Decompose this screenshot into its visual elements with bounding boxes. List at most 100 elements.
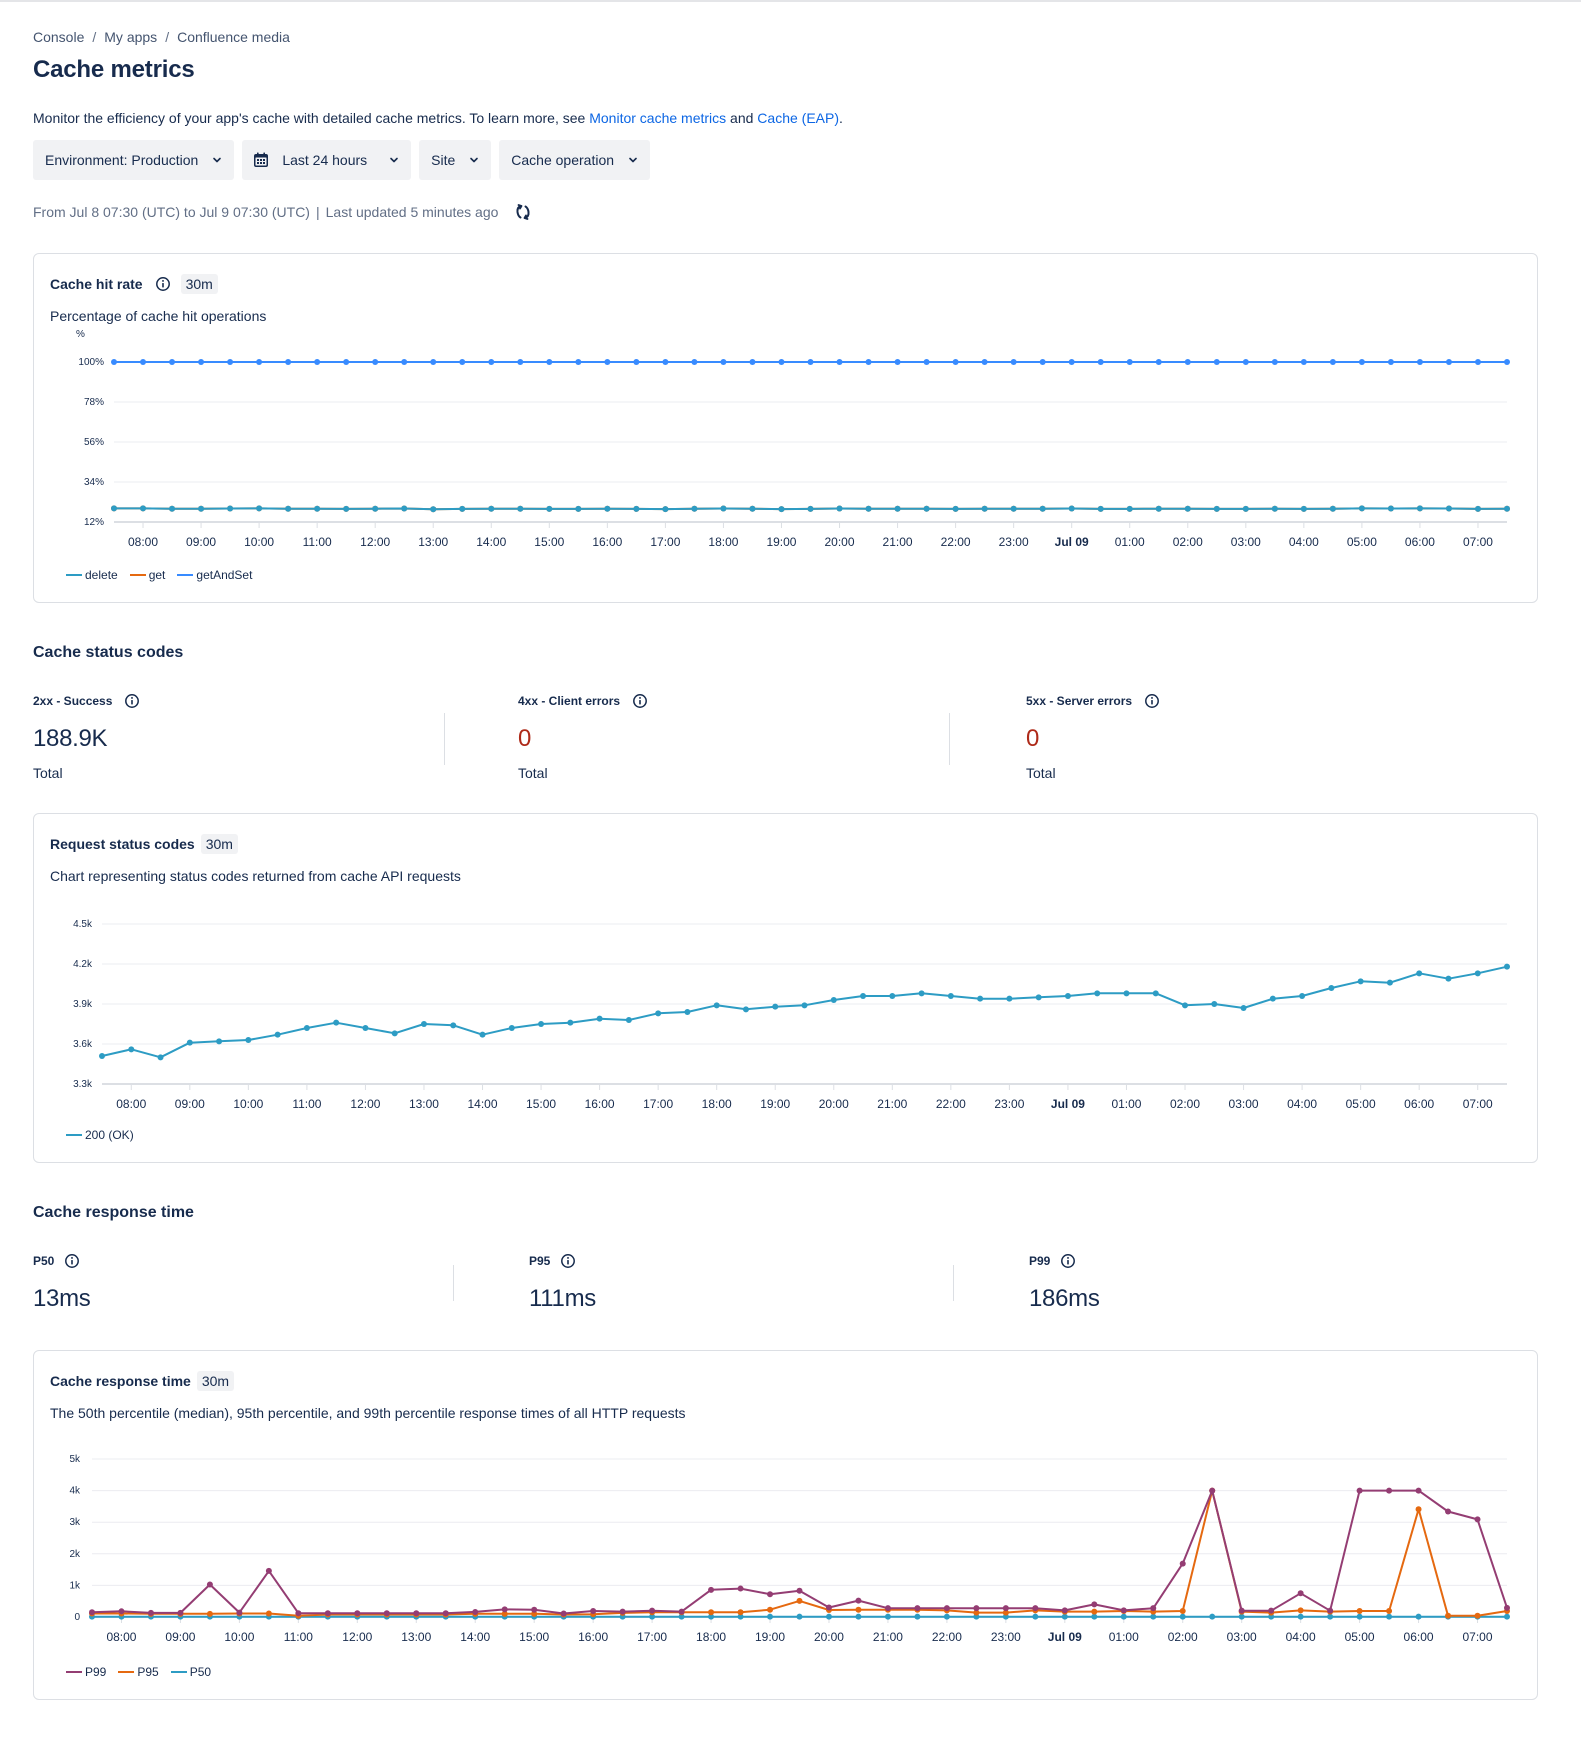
data-point bbox=[575, 359, 582, 365]
data-point bbox=[778, 506, 785, 513]
stat-label: P95 bbox=[529, 1253, 596, 1269]
environment-filter[interactable]: Environment: Production bbox=[33, 140, 235, 180]
data-point bbox=[420, 1021, 427, 1027]
stat-divider bbox=[949, 713, 950, 765]
data-point bbox=[1416, 359, 1423, 365]
legend-item-get[interactable]: get bbox=[129, 568, 165, 582]
calendar-icon bbox=[254, 152, 269, 167]
data-point bbox=[855, 1613, 862, 1620]
legend-item-p99[interactable]: P99 bbox=[66, 1665, 106, 1679]
x-tick-label: 22:00 bbox=[932, 1630, 962, 1644]
data-point bbox=[413, 1610, 420, 1617]
x-tick-label: 20:00 bbox=[825, 535, 855, 549]
cache-hit-rate-card: Cache hit rate 30m Percentage of cache h… bbox=[33, 253, 1538, 603]
data-point bbox=[1268, 1607, 1275, 1614]
data-point bbox=[1123, 990, 1130, 997]
data-point bbox=[265, 1567, 272, 1574]
data-point bbox=[1387, 359, 1394, 365]
legend-item-getandset[interactable]: getAndSet bbox=[177, 568, 252, 582]
data-point bbox=[807, 359, 814, 365]
cache-operation-filter[interactable]: Cache operation bbox=[499, 140, 651, 180]
y-tick-label: 12% bbox=[84, 517, 104, 528]
cache-response-time-chart: 0 1k 2k 3k 4k 5k 08:00 09:00 10:00 11:00 12:00 13:0… bbox=[69, 1454, 1510, 1644]
data-point bbox=[1387, 505, 1394, 512]
data-point bbox=[140, 359, 147, 365]
data-point bbox=[604, 359, 611, 365]
data-point bbox=[1297, 1613, 1304, 1620]
monitor-cache-metrics-link[interactable]: Monitor cache metrics bbox=[589, 110, 726, 126]
legend-item-p50[interactable]: P50 bbox=[170, 1665, 211, 1679]
data-point bbox=[952, 505, 959, 512]
intro-and: and bbox=[726, 110, 758, 126]
time-range-filter[interactable]: Last 24 hours bbox=[242, 140, 412, 180]
data-point bbox=[825, 1604, 832, 1611]
info-icon[interactable] bbox=[1060, 1253, 1076, 1269]
data-point bbox=[778, 359, 785, 365]
breadcrumb-my-apps[interactable]: My apps bbox=[104, 29, 157, 45]
data-point bbox=[1209, 1613, 1216, 1620]
data-point bbox=[1356, 1613, 1363, 1620]
data-point bbox=[596, 1015, 603, 1022]
info-icon[interactable] bbox=[560, 1253, 576, 1269]
stat-p99: P99 186ms bbox=[1029, 1253, 1100, 1313]
x-tick-label: 02:00 bbox=[1173, 535, 1203, 549]
data-point bbox=[737, 1585, 744, 1592]
breadcrumb-console[interactable]: Console bbox=[33, 29, 84, 45]
chevron-down-icon bbox=[213, 157, 222, 163]
data-point bbox=[830, 997, 837, 1003]
refresh-button[interactable] bbox=[514, 203, 532, 221]
data-point bbox=[227, 505, 234, 512]
data-point bbox=[169, 359, 176, 365]
data-point bbox=[943, 1605, 950, 1612]
x-tick-label: 02:00 bbox=[1168, 1630, 1198, 1644]
stat-sub: Total bbox=[518, 765, 548, 781]
data-point bbox=[1504, 1613, 1510, 1620]
stat-5xx: 5xx - Server errors 0 Total bbox=[1026, 693, 1164, 781]
data-point bbox=[274, 1031, 281, 1038]
data-point bbox=[749, 359, 756, 365]
info-icon[interactable] bbox=[64, 1253, 80, 1269]
legend-swatch bbox=[118, 1671, 135, 1673]
data-point bbox=[1328, 985, 1335, 991]
x-tick-label: 09:00 bbox=[165, 1630, 195, 1644]
x-tick-label: 04:00 bbox=[1289, 535, 1319, 549]
site-filter[interactable]: Site bbox=[419, 140, 492, 180]
data-point bbox=[1179, 1607, 1186, 1614]
intro-end: . bbox=[839, 110, 843, 126]
x-tick-label: 15:00 bbox=[526, 1097, 556, 1111]
info-icon[interactable] bbox=[1144, 693, 1160, 709]
data-point bbox=[691, 359, 698, 365]
data-point bbox=[981, 359, 988, 365]
meta-separator: | bbox=[315, 204, 320, 220]
x-tick-label: 23:00 bbox=[999, 535, 1029, 549]
x-tick-label: 20:00 bbox=[819, 1097, 849, 1111]
x-tick-label: 19:00 bbox=[755, 1630, 785, 1644]
legend-label: getAndSet bbox=[196, 568, 253, 582]
legend-item-delete[interactable]: delete bbox=[66, 568, 118, 582]
data-point bbox=[973, 1605, 980, 1612]
legend-item-200-ok[interactable]: 200 (OK) bbox=[66, 1128, 134, 1142]
info-icon[interactable] bbox=[124, 693, 140, 709]
x-tick-label: 11:00 bbox=[292, 1097, 321, 1111]
data-point bbox=[914, 1605, 921, 1612]
data-point bbox=[575, 505, 582, 512]
x-tick-label: 14:00 bbox=[476, 535, 506, 549]
data-point bbox=[1097, 505, 1104, 512]
data-point bbox=[198, 359, 205, 365]
data-point bbox=[708, 1609, 715, 1616]
cache-eap-link[interactable]: Cache (EAP) bbox=[757, 110, 839, 126]
data-point bbox=[1299, 993, 1306, 999]
request-status-codes-card: Request status codes 30m Chart represent… bbox=[33, 813, 1538, 1163]
data-point bbox=[1416, 505, 1423, 512]
data-point bbox=[625, 1017, 632, 1023]
data-point bbox=[1010, 505, 1017, 512]
breadcrumb-confluence-media[interactable]: Confluence media bbox=[177, 29, 290, 45]
data-point bbox=[678, 1608, 685, 1615]
data-point bbox=[401, 505, 408, 512]
info-icon[interactable] bbox=[632, 693, 648, 709]
stat-label: 2xx - Success bbox=[33, 693, 144, 709]
data-point bbox=[943, 1613, 950, 1620]
legend-item-p95[interactable]: P95 bbox=[118, 1665, 159, 1679]
data-point bbox=[720, 359, 727, 365]
data-point bbox=[1474, 1516, 1481, 1523]
